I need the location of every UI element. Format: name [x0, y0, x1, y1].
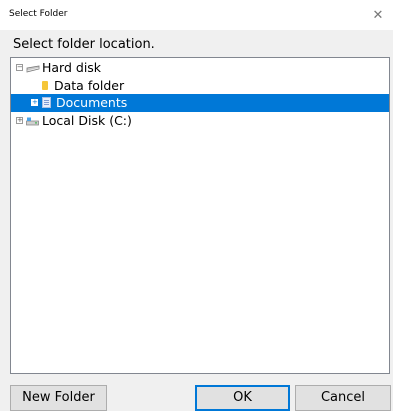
local-disk-icon	[26, 117, 39, 126]
expand-icon[interactable]: +	[31, 99, 38, 106]
cancel-button[interactable]: Cancel	[295, 385, 391, 411]
tree-item-local-disk[interactable]: + Local Disk (C:)	[11, 112, 389, 130]
title-bar: Select Folder ✕	[0, 0, 393, 30]
expand-icon[interactable]: +	[16, 117, 23, 124]
collapse-icon[interactable]: −	[16, 64, 23, 71]
select-folder-dialog: Select Folder ✕ Select folder location. …	[0, 0, 393, 411]
tree-item-label: Data folder	[54, 78, 125, 93]
hard-disk-icon	[26, 65, 40, 73]
prompt-label: Select folder location.	[13, 37, 155, 52]
tree-item-documents[interactable]: + Documents	[11, 94, 389, 112]
tree-item-label: Local Disk (C:)	[42, 113, 132, 128]
ok-button[interactable]: OK	[195, 385, 290, 411]
close-icon[interactable]: ✕	[363, 0, 393, 30]
tree-item-hard-disk[interactable]: − Hard disk	[11, 59, 389, 77]
tree-item-data-folder[interactable]: Data folder	[11, 77, 389, 95]
tree-item-label: Documents	[56, 95, 128, 110]
folder-tree[interactable]: − Hard disk Data folder + Documents + Lo…	[10, 57, 390, 374]
tree-item-label: Hard disk	[42, 60, 102, 75]
new-folder-button[interactable]: New Folder	[10, 385, 107, 411]
window-title: Select Folder	[9, 9, 68, 19]
documents-icon	[42, 97, 51, 108]
folder-icon	[42, 81, 48, 90]
